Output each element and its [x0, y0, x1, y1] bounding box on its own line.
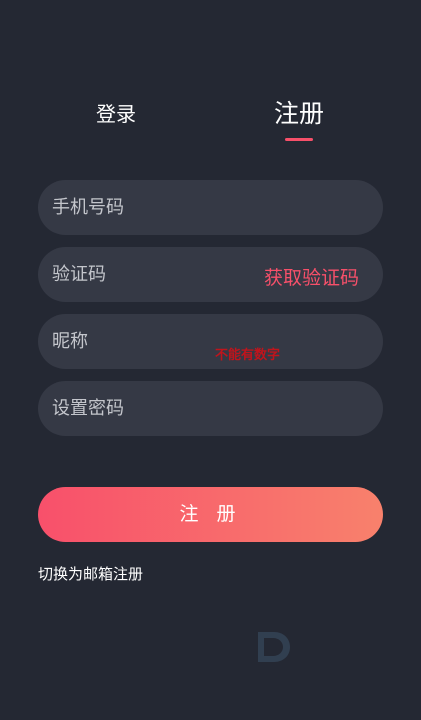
- active-tab-indicator: [285, 138, 313, 141]
- watermark-logo-icon: [258, 632, 290, 662]
- nickname-field[interactable]: [38, 314, 383, 369]
- nickname-hint: 不能有数字: [215, 348, 281, 363]
- tab-login[interactable]: 登录: [96, 98, 136, 127]
- switch-to-email-link[interactable]: 切换为邮箱注册: [38, 563, 143, 584]
- nickname-input[interactable]: [38, 314, 383, 369]
- verification-code-field[interactable]: 获取验证码: [38, 247, 383, 302]
- password-field[interactable]: [38, 381, 383, 436]
- auth-tabs: 登录 注册: [0, 92, 421, 152]
- get-code-button[interactable]: 获取验证码: [264, 263, 359, 290]
- password-input[interactable]: [38, 381, 383, 436]
- register-button[interactable]: 注 册: [38, 487, 383, 542]
- register-screen: 登录 注册 获取验证码 不能有数字 注 册 切换为邮箱注册: [0, 0, 421, 720]
- phone-input[interactable]: [38, 180, 383, 235]
- phone-field[interactable]: [38, 180, 383, 235]
- tab-register[interactable]: 注册: [274, 94, 324, 130]
